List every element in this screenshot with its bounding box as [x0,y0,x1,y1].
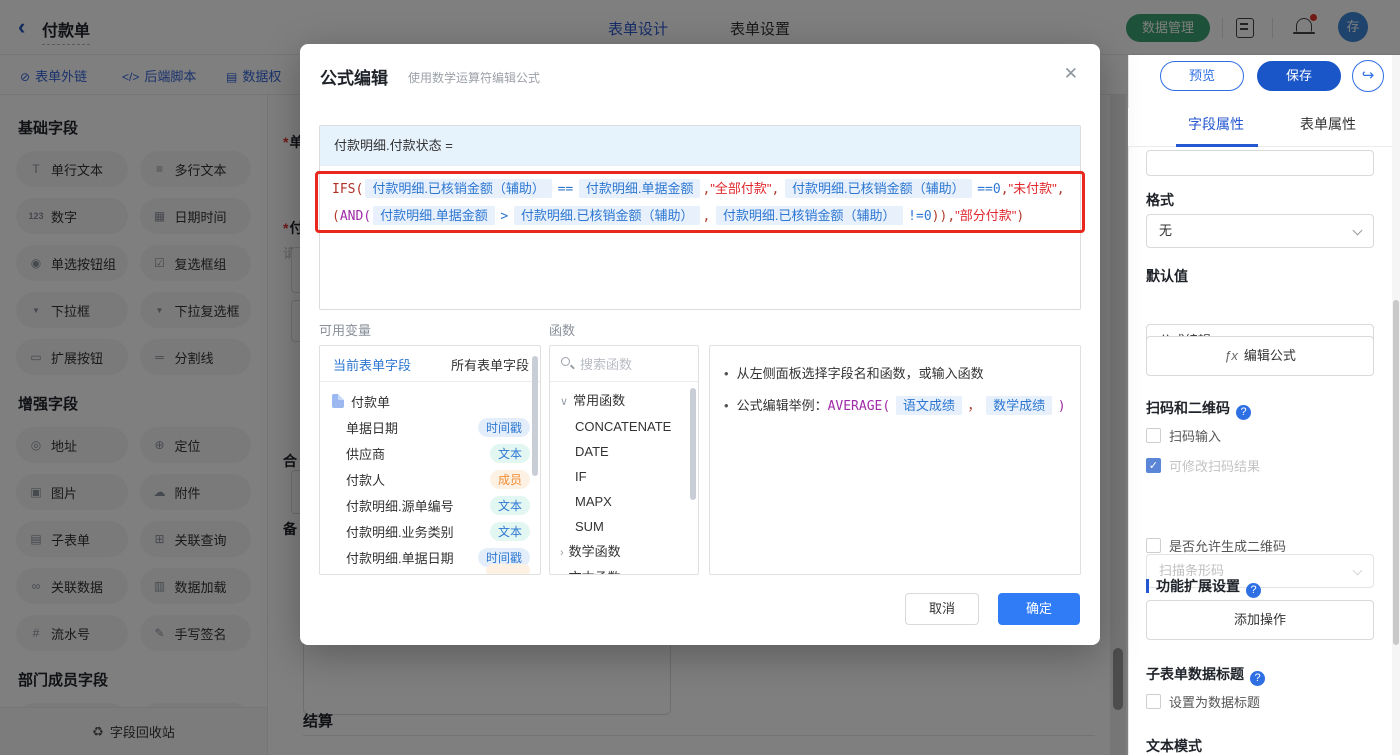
share-icon: ↪ [1361,67,1375,84]
field-chip: 付款明细.单据金额 [578,179,701,198]
bullet-icon: • [724,398,729,413]
formula-line-1: IFS(付款明细.已核销金额（辅助） == 付款明细.单据金额 ,"全部付款", … [332,179,1065,198]
modal-subtitle: 使用数学运算符编辑公式 [408,71,541,85]
tab-current-form-fields[interactable]: 当前表单字段 [333,355,411,374]
func-item-concatenate[interactable]: CONCATENATE [550,414,698,439]
chevron-open-icon: ∨ [560,396,569,408]
edit-formula-button[interactable]: ƒx 编辑公式 [1146,336,1374,376]
field-chip: 付款明细.已核销金额（辅助） [784,179,972,198]
subform-title-section: 子表单数据标题? [1146,664,1265,686]
chevron-right-icon: › [560,573,564,574]
active-tab-underline [1176,144,1258,147]
scan-section-title: 扫码和二维码? [1146,398,1251,420]
app-root: ‹ 付款单 表单设计 表单设置 数据管理 存 ⊘表单外链 </>后端脚本 ▤数据… [0,0,1400,755]
function-search-input[interactable] [580,352,690,376]
variables-box: 当前表单字段 所有表单字段 付款单 单据日期 时间戳 供应商 文本 付款人 成员 付款… [319,345,541,575]
field-chip: 付款明细.已核销金额（辅助） [513,206,701,225]
var-row[interactable]: 付款明细.业务类别 文本 [320,518,540,544]
field-chip: 付款明细.已核销金额（辅助） [715,206,903,225]
chevron-down-icon [1352,565,1363,576]
formula-line-2: (AND(付款明细.单据金额 > 付款明细.已核销金额（辅助）, 付款明细.已核… [332,206,1025,225]
panel-tabs: 字段属性 表单属性 [1128,108,1392,147]
scan-input-checkbox-row[interactable]: 扫码输入 [1146,426,1221,445]
var-row[interactable]: 供应商 文本 [320,440,540,466]
tip-line-2: • 公式编辑举例：AVERAGE( 语文成绩 ， 数学成绩 ) [724,394,1066,419]
func-group-math[interactable]: › 数学函数 [550,539,698,565]
type-badge: 时间戳 [477,417,530,437]
type-badge: 文本 [489,521,530,541]
functions-scrollbar-thumb[interactable] [690,388,696,500]
var-row[interactable]: 单据日期 时间戳 [320,414,540,440]
share-button[interactable]: ↪ [1352,60,1384,92]
section-accent-bar [1146,579,1149,593]
panel-scrollbar-thumb[interactable] [1393,300,1399,645]
chevron-down-icon [1352,225,1363,236]
formula-target-label: 付款明细.付款状态 = [320,126,1080,166]
checkbox-unchecked-icon[interactable] [1146,694,1161,709]
func-group-text[interactable]: ›文本函数 [550,565,698,574]
function-search-row [550,346,698,382]
data-title-checkbox-row[interactable]: 设置为数据标题 [1146,692,1260,711]
example-chip: 语文成绩 [895,396,962,415]
variables-tabs: 当前表单字段 所有表单字段 [320,346,540,382]
bullet-icon: • [724,366,729,381]
help-icon[interactable]: ? [1246,583,1261,598]
document-icon [332,394,344,408]
fx-icon: ƒx [1224,348,1238,363]
default-value-label: 默认值 [1146,268,1188,284]
text-mode-section-title: 文本模式 [1146,738,1202,754]
partial-badge [486,564,530,574]
format-label: 格式 [1146,192,1174,208]
tip-line-1: • 从左侧面板选择字段名和函数，或输入函数 [724,362,1066,386]
chevron-right-icon: › [560,547,564,559]
tips-box: • 从左侧面板选择字段名和函数，或输入函数 • 公式编辑举例：AVERAGE( 语文… [709,345,1081,575]
save-button[interactable]: 保存 [1257,61,1341,91]
func-item-sum[interactable]: SUM [550,514,698,539]
extension-section-title: 功能扩展设置? [1146,576,1261,598]
tab-form-properties[interactable]: 表单属性 [1300,114,1356,134]
func-item-if[interactable]: IF [550,464,698,489]
allow-qr-checkbox-row[interactable]: 是否允许生成二维码 [1146,536,1286,555]
variables-scrollbar-thumb[interactable] [532,356,538,476]
add-action-button[interactable]: 添加操作 [1146,600,1374,640]
formula-editor[interactable]: IFS(付款明细.已核销金额（辅助） == 付款明细.单据金额 ,"全部付款", … [320,166,1080,240]
formula-editor-box: 付款明细.付款状态 = IFS(付款明细.已核销金额（辅助） == 付款明细.单… [319,125,1081,310]
field-chip: 付款明细.已核销金额（辅助） [365,179,552,198]
func-group-common[interactable]: ∨ 常用函数 [550,388,698,414]
tab-field-properties[interactable]: 字段属性 [1188,114,1244,134]
checkbox-unchecked-icon[interactable] [1146,428,1161,443]
variables-list: 付款单 单据日期 时间戳 供应商 文本 付款人 成员 付款明细.源单编号 文本 付款明细… [320,382,540,574]
type-badge: 文本 [489,443,530,463]
function-tree: ∨ 常用函数 CONCATENATE DATE IF MAPX SUM › 数学函数… [550,382,698,574]
confirm-button[interactable]: 确定 [998,593,1080,625]
type-badge: 成员 [489,469,530,489]
formula-edit-modal: 公式编辑 使用数学运算符编辑公式 ✕ 付款明细.付款状态 = IFS(付款明细.… [300,44,1100,645]
help-icon[interactable]: ? [1236,405,1251,420]
preview-button[interactable]: 预览 [1160,61,1244,91]
func-item-date[interactable]: DATE [550,439,698,464]
format-dropdown[interactable]: 无 [1146,214,1374,248]
cancel-button[interactable]: 取消 [905,593,979,625]
var-row[interactable]: 付款人 成员 [320,466,540,492]
var-root-row[interactable]: 付款单 [320,388,540,414]
variables-label: 可用变量 [319,323,372,338]
help-icon[interactable]: ? [1250,671,1265,686]
close-icon[interactable]: ✕ [1064,64,1078,84]
modal-title: 公式编辑 [320,69,388,88]
checkbox-checked-icon[interactable]: ✓ [1146,458,1161,473]
functions-label: 函数 [549,323,576,338]
functions-box: ∨常用函数 CONCATENATE DATE IF MAPX SUM ›数学函数… [549,345,699,575]
func-item-mapx[interactable]: MAPX [550,489,698,514]
field-chip: 付款明细.单据金额 [373,206,495,225]
checkbox-unchecked-icon[interactable] [1146,538,1161,553]
example-chip: 数学成绩 [986,396,1053,415]
tab-all-form-fields[interactable]: 所有表单字段 [451,355,529,374]
panel-input-partial[interactable] [1146,150,1374,176]
modify-scan-checkbox-row[interactable]: ✓ 可修改扫码结果 [1146,456,1260,475]
var-row[interactable]: 付款明细.源单编号 文本 [320,492,540,518]
search-icon [561,357,570,366]
type-badge: 文本 [489,495,530,515]
var-row[interactable]: 付款明细.单据日期 时间戳 [320,544,540,574]
